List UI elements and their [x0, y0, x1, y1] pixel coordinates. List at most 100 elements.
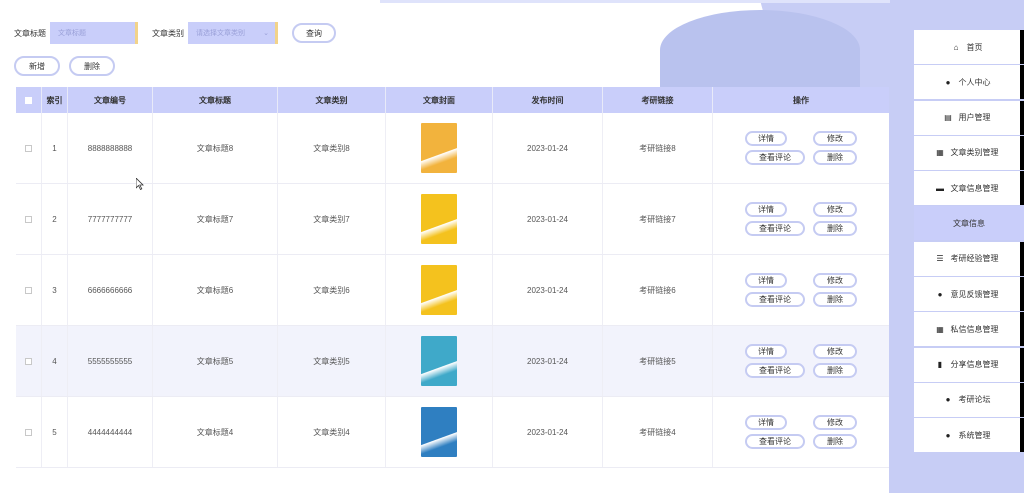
edit-button[interactable]: 修改: [813, 273, 857, 288]
sidebar-item-label: 用户管理: [958, 113, 991, 123]
toolbar: 新增 删除: [14, 56, 115, 76]
sidebar-item-label: 文章信息: [953, 218, 985, 228]
sidebar-item[interactable]: ▮ 分享信息管理: [914, 347, 1024, 382]
home-icon: ⌂: [953, 42, 959, 52]
article-cover-cell: [386, 255, 493, 325]
delete-row-button[interactable]: 删除: [813, 292, 857, 307]
exam-link: 考研链接8: [603, 113, 713, 183]
row-actions: 详情 修改 查看评论 删除: [713, 113, 889, 183]
publish-date: 2023-01-24: [493, 326, 603, 396]
row-checkbox[interactable]: [25, 357, 32, 365]
sidebar-item[interactable]: ⌂ 首页: [914, 30, 1024, 64]
row-checkbox-cell[interactable]: [16, 184, 42, 254]
article-category: 文章类别8: [278, 113, 386, 183]
row-index: 1: [42, 113, 68, 183]
delete-row-button[interactable]: 删除: [813, 150, 857, 165]
sidebar-item[interactable]: ▦ 私信信息管理: [914, 312, 1024, 347]
sidebar-item-label: 意见反馈管理: [950, 289, 999, 299]
table-row: 1 8888888888 文章标题8 文章类别8 2023-01-24 考研链接8 详情 修改…: [16, 113, 889, 184]
sidebar-item[interactable]: ● 考研论坛: [914, 382, 1024, 417]
publish-date: 2023-01-24: [493, 255, 603, 325]
sidebar-item[interactable]: 文章信息: [914, 206, 1024, 241]
row-checkbox[interactable]: [25, 144, 32, 152]
article-cover-cell: [386, 326, 493, 396]
table-body: 1 8888888888 文章标题8 文章类别8 2023-01-24 考研链接8 详情 修改…: [16, 113, 889, 493]
view-comments-button[interactable]: 查看评论: [745, 434, 805, 449]
delete-row-button[interactable]: 删除: [813, 221, 857, 236]
title-search-input[interactable]: 文章标题: [50, 22, 138, 44]
row-checkbox[interactable]: [25, 428, 32, 436]
row-checkbox-cell[interactable]: [16, 326, 42, 396]
select-all-checkbox-cell[interactable]: [16, 87, 42, 113]
view-comments-button[interactable]: 查看评论: [745, 150, 805, 165]
table-row: 5 4444444444 文章标题4 文章类别4 2023-01-24 考研链接4 详情 修改…: [16, 397, 889, 468]
sidebar-item[interactable]: ● 个人中心: [914, 65, 1024, 100]
select-all-checkbox[interactable]: [25, 96, 32, 104]
edit-button[interactable]: 修改: [813, 131, 857, 146]
row-checkbox[interactable]: [25, 286, 32, 294]
exam-link: 考研链接4: [603, 397, 713, 467]
column-header: 文章类别: [278, 87, 386, 113]
title-label: 文章标题: [14, 28, 46, 38]
add-button[interactable]: 新增: [14, 56, 60, 76]
sidebar-item[interactable]: ▤ 用户管理: [914, 100, 1024, 135]
article-table: 索引 文章编号 文章标题 文章类别 文章封面 发布时间 考研链接 操作 1 8888888888…: [16, 87, 889, 493]
row-checkbox-cell[interactable]: [16, 397, 42, 467]
view-comments-button[interactable]: 查看评论: [745, 221, 805, 236]
sidebar-item[interactable]: ▦ 文章类别管理: [914, 135, 1024, 170]
article-cover-cell: [386, 184, 493, 254]
row-checkbox-cell[interactable]: [16, 255, 42, 325]
article-cover-cell: [386, 113, 493, 183]
search-bar: 文章标题 文章标题 文章类别 请选择文章类别 ⌄ 查询: [14, 22, 336, 44]
edit-button[interactable]: 修改: [813, 202, 857, 217]
user-icon: ●: [945, 395, 951, 405]
row-actions: 详情 修改 查看评论 删除: [713, 326, 889, 396]
row-checkbox[interactable]: [25, 215, 32, 223]
article-code: 6666666666: [68, 255, 153, 325]
sidebar-item-label: 考研经验管理: [950, 254, 999, 264]
detail-button[interactable]: 详情: [745, 202, 787, 217]
row-actions: 详情 修改 查看评论 删除: [713, 397, 889, 467]
sidebar-item[interactable]: ▬ 文章信息管理: [914, 171, 1024, 206]
category-select[interactable]: 请选择文章类别 ⌄: [188, 22, 278, 44]
sidebar-item[interactable]: ● 意见反馈管理: [914, 277, 1024, 312]
row-index: 4: [42, 326, 68, 396]
article-cover-image: [421, 194, 457, 244]
column-header: 操作: [793, 95, 809, 105]
row-checkbox-cell[interactable]: [16, 113, 42, 183]
article-category: 文章类别4: [278, 397, 386, 467]
view-comments-button[interactable]: 查看评论: [745, 363, 805, 378]
column-header: 文章标题: [153, 87, 278, 113]
article-title: 文章标题7: [153, 184, 278, 254]
sidebar-item[interactable]: ● 系统管理: [914, 418, 1024, 453]
delete-button[interactable]: 删除: [69, 56, 115, 76]
detail-button[interactable]: 详情: [745, 131, 787, 146]
column-header: 发布时间: [493, 87, 603, 113]
list-icon: ☰: [936, 254, 944, 264]
view-comments-button[interactable]: 查看评论: [745, 292, 805, 307]
sidebar-item-label: 系统管理: [958, 430, 991, 440]
row-index: 5: [42, 397, 68, 467]
article-code: 4444444444: [68, 397, 153, 467]
edit-button[interactable]: 修改: [813, 344, 857, 359]
sidebar-item-label: 文章信息管理: [950, 183, 999, 193]
row-index: 3: [42, 255, 68, 325]
exam-link: 考研链接5: [603, 326, 713, 396]
row-actions: 详情 修改 查看评论 删除: [713, 184, 889, 254]
delete-row-button[interactable]: 删除: [813, 434, 857, 449]
detail-button[interactable]: 详情: [745, 344, 787, 359]
query-button[interactable]: 查询: [292, 23, 336, 43]
article-cover-image: [421, 265, 457, 315]
delete-row-button[interactable]: 删除: [813, 363, 857, 378]
clipboard-icon: ▤: [944, 113, 952, 123]
exam-link: 考研链接7: [603, 184, 713, 254]
detail-button[interactable]: 详情: [745, 415, 787, 430]
edit-button[interactable]: 修改: [813, 415, 857, 430]
main-content: 文章标题 文章标题 文章类别 请选择文章类别 ⌄ 查询 新增 删除 索引 文章编号…: [0, 0, 915, 493]
article-title: 文章标题8: [153, 113, 278, 183]
publish-date: 2023-01-24: [493, 397, 603, 467]
article-title: 文章标题6: [153, 255, 278, 325]
detail-button[interactable]: 详情: [745, 273, 787, 288]
sidebar-item[interactable]: ☰ 考研经验管理: [914, 241, 1024, 276]
sidebar-item-label: 分享信息管理: [950, 360, 999, 370]
